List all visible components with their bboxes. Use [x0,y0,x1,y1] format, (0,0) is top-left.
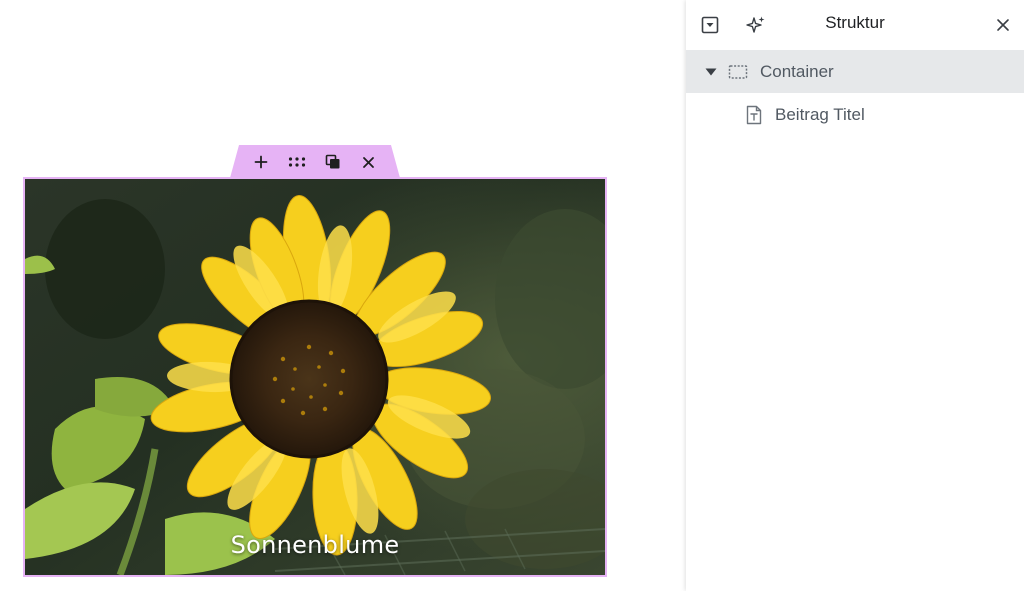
image-caption: Sonnenblume [230,531,400,559]
sunflower-image [25,179,605,575]
close-panel-button[interactable] [991,13,1015,37]
drag-handle-button[interactable] [286,151,308,173]
element-toolbar [230,145,400,178]
panel-header: Struktur [686,0,1024,50]
tree-item-container[interactable]: Container [686,50,1024,93]
duplicate-button[interactable] [322,151,344,173]
tree-item-label: Container [760,62,834,81]
container-element[interactable]: Sonnenblume [23,177,607,577]
tree-item-label: Beitrag Titel [775,105,865,124]
add-element-button[interactable] [250,151,272,173]
panel-title: Struktur [825,13,885,32]
text-document-icon [744,105,764,125]
editor-canvas: Sonnenblume [0,0,686,591]
container-icon [728,62,748,82]
caret-down-icon [705,68,717,76]
drag-handle-icon [288,157,306,167]
delete-element-button[interactable] [357,151,379,173]
duplicate-icon [325,154,340,169]
structure-panel: Struktur Container Beitrag Titel [686,0,1024,591]
tree-item-beitrag-titel[interactable]: Beitrag Titel [686,93,1024,136]
close-icon [997,19,1009,31]
expand-toggle[interactable] [704,66,718,78]
close-icon [362,156,374,168]
plus-icon [254,155,268,169]
